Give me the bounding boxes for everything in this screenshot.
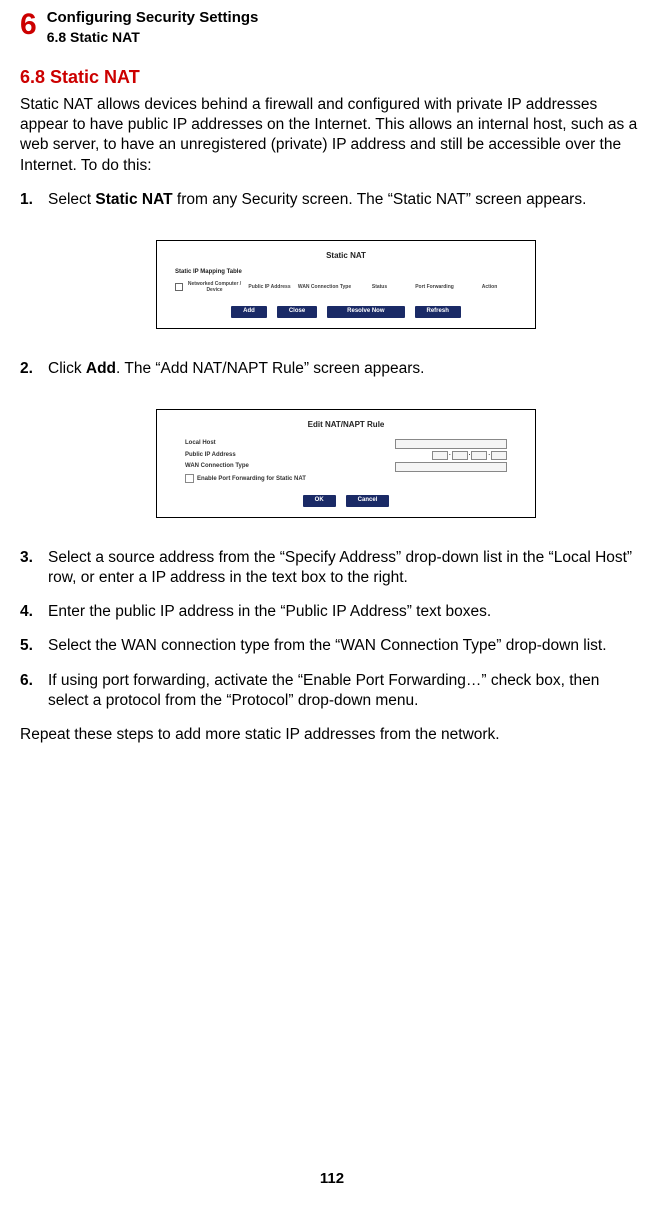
figure-table-header: Networked Computer / Device Public IP Ad… (165, 279, 527, 296)
checkbox-icon[interactable] (185, 474, 194, 483)
step-text: Select (48, 191, 95, 208)
step-1: Select Static NAT from any Security scre… (20, 190, 644, 329)
step-text: . The “Add NAT/NAPT Rule” screen appears… (116, 360, 424, 377)
step-text: If using port forwarding, activate the “… (48, 672, 599, 709)
figure-static-nat-screen: Static NAT Static IP Mapping Table Netwo… (156, 240, 536, 329)
local-host-dropdown[interactable] (395, 439, 507, 449)
step-text: from any Security screen. The “Static NA… (173, 191, 587, 208)
col-header: Public IP Address (242, 284, 297, 291)
figure-button-row: OK Cancel (165, 495, 527, 507)
step-text: Select the WAN connection type from the … (48, 637, 607, 654)
row-label: Local Host (185, 440, 216, 448)
chapter-number: 6 (20, 10, 37, 40)
checkbox-icon (175, 283, 183, 291)
col-header: Networked Computer / Device (187, 281, 242, 294)
cancel-button[interactable]: Cancel (346, 495, 390, 507)
col-header: Status (352, 284, 407, 291)
step-5: Select the WAN connection type from the … (20, 636, 644, 656)
step-text: Enter the public IP address in the “Publ… (48, 603, 491, 620)
chapter-section-label: 6.8 Static NAT (47, 28, 259, 46)
row-label: Enable Port Forwarding for Static NAT (185, 474, 306, 484)
col-header: Port Forwarding (407, 284, 462, 291)
step-3: Select a source address from the “Specif… (20, 548, 644, 588)
page-header: 6 Configuring Security Settings 6.8 Stat… (20, 8, 644, 46)
step-bold: Add (86, 360, 116, 377)
col-header: WAN Connection Type (297, 284, 352, 291)
section-intro: Static NAT allows devices behind a firew… (20, 95, 644, 176)
page-number: 112 (0, 1169, 664, 1189)
step-text: Click (48, 360, 86, 377)
chapter-title: Configuring Security Settings (47, 8, 259, 28)
row-label: Public IP Address (185, 452, 236, 460)
ok-button[interactable]: OK (303, 495, 336, 507)
figure-title: Static NAT (165, 251, 527, 261)
wan-connection-dropdown[interactable] (395, 462, 507, 472)
refresh-button[interactable]: Refresh (415, 306, 461, 318)
col-header: Action (462, 284, 517, 291)
public-ip-input[interactable]: ... (432, 451, 507, 460)
row-label: WAN Connection Type (185, 463, 249, 471)
resolve-now-button[interactable]: Resolve Now (327, 306, 404, 318)
add-button[interactable]: Add (231, 306, 267, 318)
step-6: If using port forwarding, activate the “… (20, 671, 644, 711)
figure-button-row: Add Close Resolve Now Refresh (165, 306, 527, 318)
section-heading: 6.8 Static NAT (20, 66, 644, 89)
step-4: Enter the public IP address in the “Publ… (20, 602, 644, 622)
close-button[interactable]: Close (277, 306, 317, 318)
figure-subhead: Static IP Mapping Table (165, 269, 527, 277)
step-2: Click Add. The “Add NAT/NAPT Rule” scree… (20, 359, 644, 518)
closing-text: Repeat these steps to add more static IP… (20, 725, 644, 745)
step-bold: Static NAT (95, 191, 172, 208)
step-text: Select a source address from the “Specif… (48, 549, 632, 586)
figure-add-nat-rule-screen: Edit NAT/NAPT Rule Local Host Public IP … (156, 409, 536, 518)
figure-title: Edit NAT/NAPT Rule (165, 420, 527, 430)
